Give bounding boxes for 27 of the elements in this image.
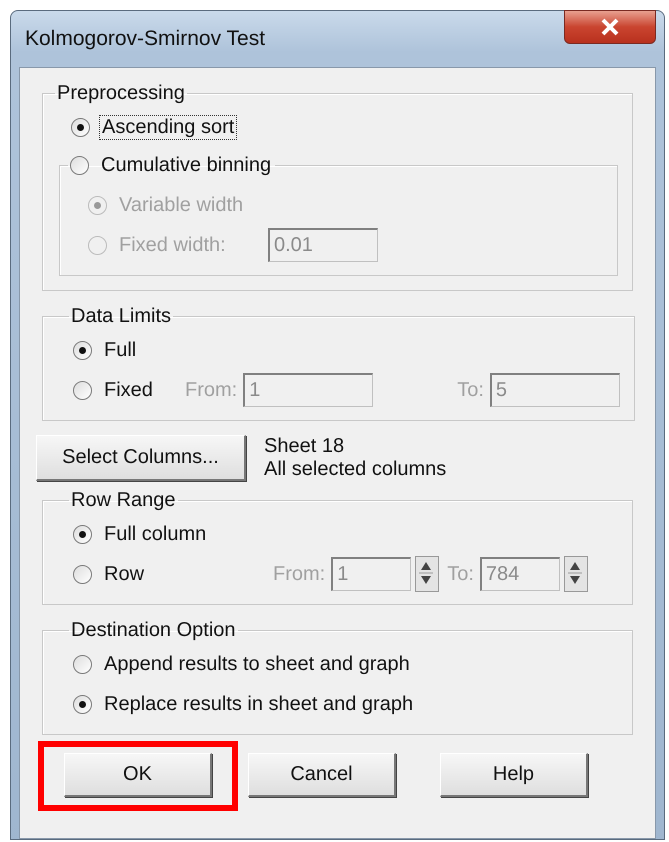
radio-option[interactable]: Ascending sort — [71, 109, 236, 145]
group-title: Preprocessing — [56, 82, 186, 105]
group-title: Destination Option — [70, 619, 237, 642]
field-label: From: — [185, 378, 238, 402]
select-columns-button[interactable]: Select Columns... — [36, 435, 246, 481]
radio-option[interactable]: Replace results in sheet and graph — [73, 686, 618, 722]
radio-option[interactable]: Full column — [73, 516, 618, 552]
radio-option[interactable]: Append results to sheet and graph — [73, 646, 618, 682]
group-title: Data Limits — [70, 305, 172, 328]
spinner-buttons[interactable] — [564, 556, 588, 592]
dialog-button[interactable]: Cancel — [248, 753, 396, 797]
dialog-button[interactable]: Help — [440, 753, 588, 797]
window-title: Kolmogorov-Smirnov Test — [25, 27, 266, 51]
field-label: To: — [457, 378, 484, 402]
dialog-button[interactable]: OK — [64, 753, 212, 797]
radio-option[interactable]: Row — [73, 556, 146, 592]
selection-info: All selected columns — [264, 458, 446, 481]
spinner-buttons[interactable] — [415, 556, 440, 592]
radio-option[interactable]: Cumulative binning — [70, 147, 274, 183]
radio-option[interactable]: Fixed — [73, 372, 155, 408]
field-label: From: — [273, 562, 326, 586]
group-title: Row Range — [70, 489, 177, 512]
field-label: To: — [447, 562, 474, 586]
close-button[interactable] — [564, 10, 656, 44]
sheet-name: Sheet 18 — [264, 435, 346, 458]
close-icon — [599, 17, 621, 37]
radio-option[interactable]: Full — [73, 332, 620, 368]
